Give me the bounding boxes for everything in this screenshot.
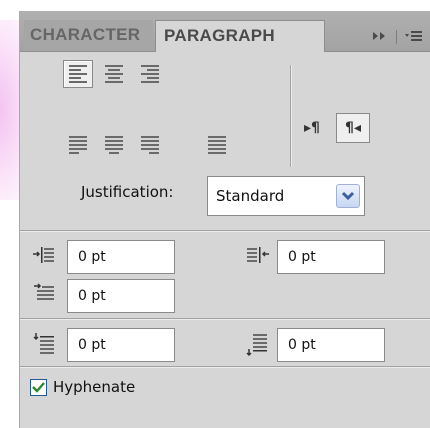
justify-last-left-button[interactable] — [63, 131, 93, 159]
right-to-left-button[interactable]: ¶◂ — [336, 113, 370, 143]
justify-last-left-icon — [69, 136, 87, 154]
left-indent-icon — [32, 242, 58, 268]
right-indent-input[interactable]: 0 pt — [277, 240, 385, 274]
space-after-icon — [245, 331, 271, 357]
paragraph-ltr-icon: ▸¶ — [304, 120, 320, 136]
justification-value: Standard — [216, 187, 285, 205]
align-left-button[interactable] — [63, 60, 93, 88]
space-before-input[interactable]: 0 pt — [67, 328, 175, 362]
alignment-divider — [290, 65, 291, 167]
section-divider-spacing — [20, 318, 430, 319]
align-center-button[interactable] — [99, 60, 129, 88]
first-line-indent-icon — [32, 280, 58, 306]
justification-label: Justification: — [81, 183, 174, 201]
justify-last-right-icon — [141, 136, 159, 154]
justify-last-center-button[interactable] — [99, 131, 129, 159]
check-icon — [32, 382, 45, 393]
justify-all-button[interactable] — [202, 131, 232, 159]
justification-select[interactable]: Standard — [207, 176, 365, 216]
paragraph-panel: CHARACTER PARAGRAPH ▸¶ ¶◂ Justification:… — [19, 11, 430, 428]
space-after-input[interactable]: 0 pt — [277, 328, 385, 362]
left-to-right-button[interactable]: ▸¶ — [296, 115, 328, 141]
tab-paragraph[interactable]: PARAGRAPH — [155, 20, 325, 52]
align-right-icon — [141, 65, 159, 83]
align-left-icon — [69, 65, 87, 83]
align-right-button[interactable] — [135, 60, 165, 88]
panel-menu-icon[interactable] — [405, 30, 423, 45]
tab-controls-divider — [396, 30, 397, 44]
space-before-icon — [32, 331, 58, 357]
left-indent-input[interactable]: 0 pt — [67, 240, 175, 274]
paragraph-rtl-icon: ¶◂ — [345, 120, 361, 136]
section-divider-indents — [20, 230, 430, 231]
first-line-indent-input[interactable]: 0 pt — [67, 279, 175, 313]
panel-tab-bar: CHARACTER PARAGRAPH — [20, 11, 430, 52]
double-arrow-right-icon[interactable] — [372, 30, 388, 44]
hyphenate-label[interactable]: Hyphenate — [53, 378, 135, 396]
hyphenate-checkbox[interactable] — [30, 379, 47, 396]
align-center-icon — [105, 65, 123, 83]
justify-last-right-button[interactable] — [135, 131, 165, 159]
section-divider-hyphenate — [20, 366, 430, 367]
justify-last-center-icon — [105, 136, 123, 154]
tab-character[interactable]: CHARACTER — [24, 20, 153, 51]
chevron-down-icon[interactable] — [336, 184, 360, 208]
right-indent-icon — [245, 242, 271, 268]
justify-all-icon — [208, 136, 226, 154]
